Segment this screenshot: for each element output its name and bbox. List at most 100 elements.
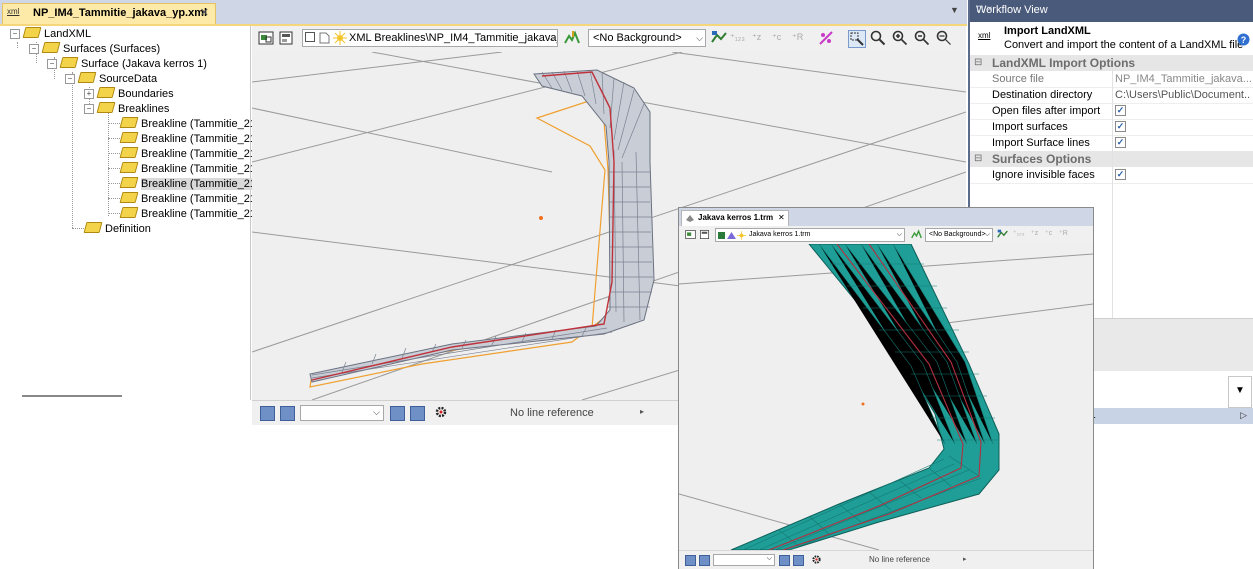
collapse-icon[interactable]: −	[65, 74, 75, 84]
close-icon[interactable]: ✕	[778, 211, 785, 225]
tree-item-breakline-selected[interactable]: Breakline (Tammitie_21	[119, 177, 256, 192]
document-tab[interactable]: xml NP_IM4_Tammitie_jakava_yp.xml ✕	[2, 3, 216, 24]
sub-3d-viewport[interactable]	[679, 244, 1093, 550]
collapse-icon[interactable]: −	[47, 59, 57, 69]
chevron-down-icon[interactable]: ⌵	[767, 555, 772, 563]
zoom-window-icon[interactable]	[870, 30, 886, 46]
chevron-down-icon[interactable]: ⌵	[985, 229, 990, 241]
next-icon[interactable]	[390, 406, 405, 421]
expand-icon[interactable]: +	[84, 89, 94, 99]
open-files-checkbox[interactable]: ✓	[1115, 105, 1126, 116]
settings-icon[interactable]	[434, 405, 448, 419]
folder-icon	[119, 192, 139, 203]
background-combo-value: <No Background>	[593, 32, 682, 44]
tree-item-breakline[interactable]: Breakline (Tammitie_21	[119, 147, 256, 162]
line-reference-label: No line reference	[510, 407, 594, 419]
label-z-icon[interactable]: ⁺z	[752, 32, 761, 43]
chevron-right-icon[interactable]: ▸	[963, 555, 967, 563]
sub-layer-combo[interactable]: Jakava kerros 1.trm ⌵	[715, 228, 905, 242]
checkbox-icon[interactable]	[718, 232, 725, 239]
tree-item-breakline[interactable]: Breakline (Tammitie_21	[119, 117, 256, 132]
sub-background-combo-value: <No Background>	[929, 231, 986, 238]
collapse-icon[interactable]: ⊟	[974, 55, 982, 71]
tree-item-definition[interactable]: Definition	[83, 222, 151, 237]
last-icon[interactable]	[410, 406, 425, 421]
folder-icon	[119, 147, 139, 158]
collapse-icon[interactable]: −	[10, 29, 20, 39]
label-r-icon[interactable]: ⁺R	[792, 32, 803, 43]
folder-icon	[22, 27, 42, 38]
tree-item-landxml[interactable]: − LandXML	[10, 27, 91, 42]
label-c-icon[interactable]: ⁺c	[772, 32, 781, 43]
svg-text:?: ?	[1241, 35, 1247, 45]
chevron-down-icon[interactable]: ▼	[950, 5, 959, 15]
label-r-icon[interactable]: ⁺R	[1059, 229, 1068, 237]
tree-item-breakline[interactable]: Breakline (Tammitie_21	[119, 207, 256, 222]
previous-icon[interactable]	[699, 555, 710, 566]
folder-icon	[83, 222, 103, 233]
tree-item-surface[interactable]: − Surface (Jakava kerros 1)	[47, 57, 207, 72]
layers-icon[interactable]	[685, 229, 696, 240]
checkbox-icon[interactable]	[305, 32, 315, 43]
tree-item-sourcedata[interactable]: − SourceData	[65, 72, 157, 87]
sub-line-reference-label: No line reference	[869, 555, 930, 564]
layer-combo[interactable]: XML Breaklines\NP_IM4_Tammitie_jakava_ ⌵	[302, 29, 558, 47]
zoom-in-icon[interactable]	[892, 30, 908, 46]
profile-icon[interactable]	[818, 30, 834, 46]
chevron-down-icon[interactable]: ⌵	[696, 30, 703, 46]
terrain-icon[interactable]	[564, 30, 580, 46]
xml-file-icon: xml	[7, 7, 20, 16]
chevron-right-icon[interactable]: ▷	[1240, 410, 1247, 421]
layers-icon[interactable]	[258, 30, 274, 46]
tree-item-breakline[interactable]: Breakline (Tammitie_21	[119, 192, 256, 207]
label-123-icon[interactable]: ⁺₁₂₃	[1013, 229, 1025, 237]
chevron-down-icon[interactable]: ⌵	[897, 229, 902, 241]
station-combo[interactable]: ⌵	[300, 405, 384, 421]
tree-item-surfaces[interactable]: − Surfaces (Surfaces)	[29, 42, 160, 57]
properties-icon[interactable]	[278, 30, 294, 46]
last-icon[interactable]	[793, 555, 804, 566]
collapse-icon[interactable]: ⊟	[974, 151, 982, 167]
sub-document-tab[interactable]: Jakava kerros 1.trm ✕	[681, 210, 789, 227]
workflow-dropdown[interactable]: ▼	[1228, 376, 1252, 408]
tree-scrollbar[interactable]	[22, 395, 122, 397]
chevron-down-icon[interactable]: ⌵	[373, 407, 380, 418]
surface-tools-icon[interactable]	[711, 30, 727, 46]
tree-item-boundaries[interactable]: + Boundaries	[84, 87, 174, 102]
chevron-right-icon[interactable]: ▸	[640, 407, 644, 416]
first-icon[interactable]	[685, 555, 696, 566]
chevron-down-icon[interactable]: ⌵	[548, 30, 555, 46]
tree-item-breakline[interactable]: Breakline (Tammitie_21	[119, 132, 256, 147]
help-icon[interactable]: ?	[1237, 33, 1250, 46]
pin-close-icon[interactable]: ⊓ ×	[976, 4, 1247, 15]
properties-icon[interactable]	[699, 229, 710, 240]
import-surfaces-checkbox[interactable]: ✓	[1115, 121, 1126, 132]
settings-icon[interactable]	[811, 554, 822, 565]
sub-station-combo[interactable]: ⌵	[713, 554, 775, 566]
import-surface-lines-checkbox[interactable]: ✓	[1115, 137, 1126, 148]
background-combo[interactable]: <No Background> ⌵	[588, 29, 706, 47]
sub-background-combo[interactable]: <No Background> ⌵	[925, 228, 993, 242]
property-column-divider[interactable]	[1112, 68, 1113, 318]
select-zoom-icon[interactable]	[848, 30, 866, 48]
ignore-invisible-faces-checkbox[interactable]: ✓	[1115, 169, 1126, 180]
close-icon[interactable]: ✕	[200, 6, 209, 19]
folder-icon	[41, 42, 61, 53]
tree-item-breaklines[interactable]: − Breaklines	[84, 102, 169, 117]
landxml-tree: − LandXML − Surfaces (Surfaces) − Surface (…	[0, 26, 256, 400]
label-123-icon[interactable]: ⁺₁₂₃	[730, 32, 745, 43]
terrain-icon[interactable]	[911, 229, 922, 240]
tree-item-breakline[interactable]: Breakline (Tammitie_21	[119, 162, 256, 177]
surface-tools-icon[interactable]	[997, 229, 1008, 240]
collapse-icon[interactable]: −	[84, 104, 94, 114]
zoom-extents-icon[interactable]	[936, 30, 952, 46]
label-c-icon[interactable]: ⁺c	[1045, 229, 1052, 237]
previous-icon[interactable]	[280, 406, 295, 421]
first-icon[interactable]	[260, 406, 275, 421]
zoom-out-icon[interactable]	[914, 30, 930, 46]
collapse-icon[interactable]: −	[29, 44, 39, 54]
next-icon[interactable]	[779, 555, 790, 566]
chevron-down-icon[interactable]: ▼	[1235, 385, 1245, 396]
label-z-icon[interactable]: ⁺z	[1031, 229, 1038, 237]
folder-icon	[119, 177, 139, 188]
